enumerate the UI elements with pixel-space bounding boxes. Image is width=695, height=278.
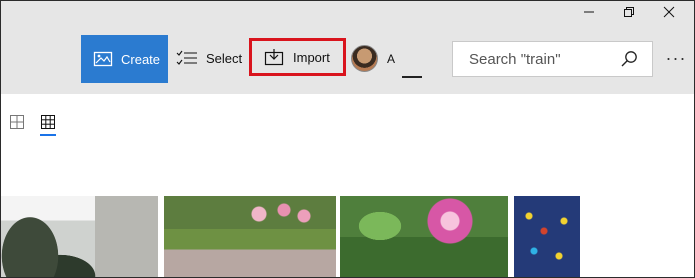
search-icon[interactable] <box>620 50 638 68</box>
photo-thumbnail[interactable] <box>514 196 580 278</box>
close-icon <box>663 6 675 18</box>
minimize-button[interactable] <box>569 0 609 24</box>
photo-thumbnail[interactable] <box>340 196 508 278</box>
import-button[interactable]: Import <box>249 38 346 76</box>
search-box[interactable] <box>452 41 653 77</box>
account-name: A <box>387 52 396 66</box>
create-icon <box>93 51 113 67</box>
import-label: Import <box>293 49 330 65</box>
restore-button[interactable] <box>609 0 649 24</box>
more-options-icon: ··· <box>665 47 687 68</box>
more-options-button[interactable]: ··· <box>664 44 688 72</box>
import-icon <box>264 49 284 66</box>
create-button[interactable]: Create <box>81 35 168 83</box>
account-avatar[interactable] <box>351 45 378 72</box>
photo-thumbnail[interactable] <box>0 196 158 278</box>
search-input[interactable] <box>467 49 616 69</box>
photo-thumbnail[interactable] <box>164 196 336 278</box>
small-grid-icon <box>41 115 55 129</box>
account-underline <box>402 76 422 78</box>
create-label: Create <box>121 51 161 67</box>
close-button[interactable] <box>649 0 689 24</box>
select-label: Select <box>206 50 243 66</box>
app-toolbar: Create Select Import A ··· <box>0 0 695 94</box>
select-button[interactable]: Select <box>176 40 242 76</box>
restore-icon <box>624 7 634 17</box>
large-grid-icon <box>10 115 24 129</box>
large-thumbnail-view-button[interactable] <box>9 114 25 135</box>
select-checklist-icon <box>176 50 197 65</box>
selected-view-indicator <box>40 134 56 136</box>
minimize-icon <box>584 11 594 13</box>
small-thumbnail-view-button[interactable] <box>40 114 56 135</box>
